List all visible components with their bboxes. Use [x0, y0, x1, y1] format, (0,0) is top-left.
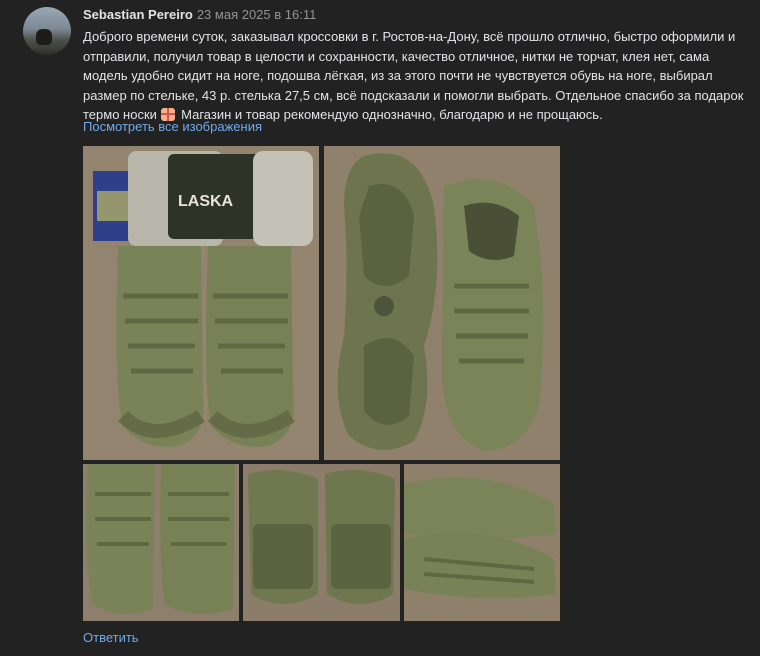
photo-sole-view[interactable] — [324, 146, 560, 460]
comment-header: Sebastian Pereiro 23 мая 2025 в 16:11 — [83, 7, 316, 23]
photo-shoes-with-socks[interactable]: LASKA — [83, 146, 319, 460]
reply-link[interactable]: Ответить — [83, 630, 139, 646]
photo-side-view-image — [404, 464, 560, 621]
photo-top-view[interactable] — [83, 464, 239, 621]
sock-brand-text: LASKA — [178, 193, 234, 210]
see-all-images-link[interactable]: Посмотреть все изображения — [83, 119, 262, 135]
author-avatar[interactable] — [23, 7, 71, 55]
photo-heel-view-image — [243, 464, 400, 621]
avatar-figure — [36, 29, 52, 45]
photo-heel-view[interactable] — [243, 464, 400, 621]
photo-side-view[interactable] — [404, 464, 560, 621]
comment-date[interactable]: 23 мая 2025 в 16:11 — [197, 7, 317, 22]
comment-text: Доброго времени суток, заказывал кроссов… — [83, 27, 755, 125]
photo-shoes-with-socks-image: LASKA — [83, 146, 319, 460]
photo-sole-view-image — [324, 146, 560, 460]
author-name[interactable]: Sebastian Pereiro — [83, 7, 193, 22]
photo-top-view-image — [83, 464, 239, 621]
